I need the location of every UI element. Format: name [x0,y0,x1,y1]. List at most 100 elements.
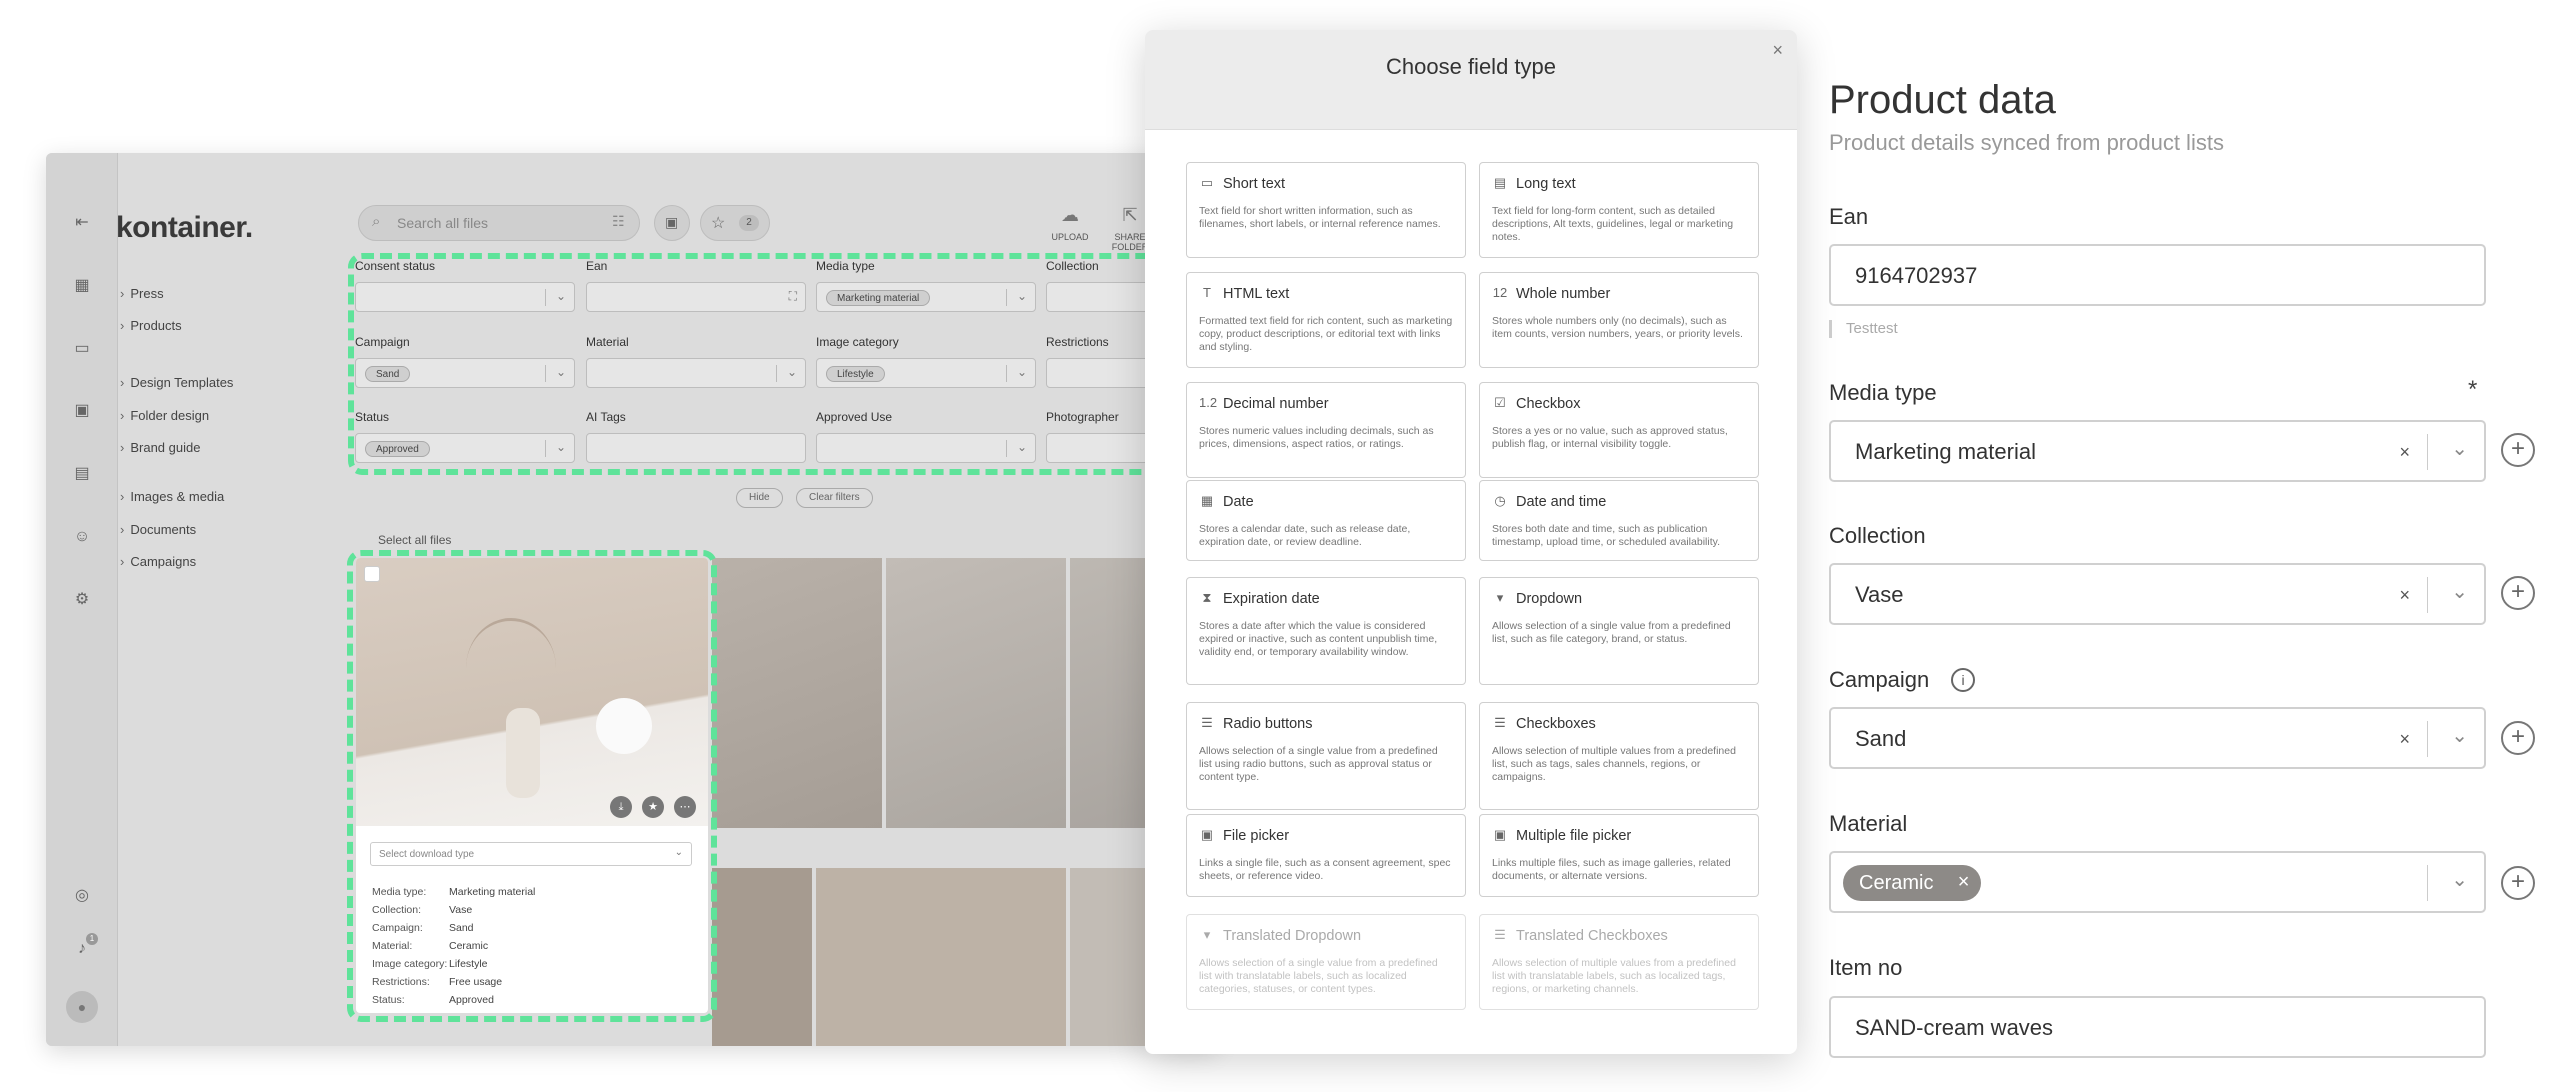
checkboxes-icon: ☰ [1494,715,1506,730]
required-marker: * [2468,376,2478,403]
field-type-option[interactable]: ▣ Multiple file picker Links multiple file… [1479,814,1759,897]
field-type-title: Short text [1223,176,1286,192]
field-type-title: Long text [1516,176,1576,192]
field-type-option[interactable]: 1.2 Decimal number Stores numeric values i… [1186,382,1466,478]
date-time-icon: ◷ [1494,493,1506,508]
translated-checkboxes-icon: ☰ [1494,927,1506,942]
field-type-title: Decimal number [1223,396,1329,412]
nav-item-campaigns[interactable]: Campaigns [120,554,196,569]
field-type-title: Radio buttons [1223,716,1313,732]
briefcase-icon[interactable]: ▣ [72,401,92,421]
field-type-option[interactable]: ☰ Radio buttons Allows selection of a sing… [1186,702,1466,810]
top-bar: Search all files ⌕ ☷ ▣ ☆ 2 ☁ UPLOAD ⇱ SHAR… [358,205,1216,252]
search-input[interactable]: Search all files [358,205,640,241]
notification-badge: 1 [86,933,98,945]
field-type-description: Stores numeric values including decimals… [1199,425,1434,450]
close-icon[interactable]: × [1772,40,1783,61]
chevron-down-icon[interactable]: ⌄ [2451,867,2468,892]
field-type-title: Checkbox [1516,396,1581,412]
field-type-option[interactable]: ▦ Date Stores a calendar date, such as rel… [1186,480,1466,561]
add-media-type-button[interactable]: + [2501,433,2535,467]
field-type-option[interactable]: ▭ Short text Text field for short written … [1186,162,1466,258]
clear-icon[interactable]: × [2399,585,2410,606]
filters-highlight [348,253,1216,475]
nav-item-images-media[interactable]: Images & media [120,489,224,504]
filter-icon[interactable]: ☷ [612,213,625,230]
field-type-option[interactable]: ▣ File picker Links a single file, such as… [1186,814,1466,897]
clear-icon[interactable]: × [2399,729,2410,750]
collection-value: Vase [1855,582,1904,607]
field-type-modal: Choose field type × ▭ Short text Text fiel… [1145,30,1797,1054]
nav-item-documents[interactable]: Documents [120,522,196,537]
campaign-select[interactable]: Sand × ⌄ [1829,707,2486,769]
field-type-description: Stores both date and time, such as publi… [1492,523,1721,548]
asset-thumbnail[interactable] [816,868,1066,1046]
image-search-icon: ▣ [665,214,679,230]
settings-icon[interactable]: ⚙ [72,590,92,610]
field-type-title: HTML text [1223,286,1290,302]
modal-header: Choose field type × [1145,30,1797,130]
field-type-option[interactable]: T HTML text Formatted text field for rich … [1186,272,1466,368]
field-type-title: Date [1223,494,1254,510]
field-type-description: Stores a yes or no value, such as approv… [1492,425,1728,450]
chevron-down-icon[interactable]: ⌄ [2451,723,2468,748]
report-icon[interactable]: ▤ [72,464,92,484]
avatar-icon[interactable]: ● [66,991,98,1023]
field-type-option: ☰ Translated Checkboxes Allows selection o… [1479,914,1759,1010]
field-type-option[interactable]: ◷ Date and time Stores both date and time,… [1479,480,1759,561]
field-type-description: Links a single file, such as a consent a… [1199,857,1451,882]
grid-icon[interactable]: ▦ [72,276,92,296]
field-type-option[interactable]: 12 Whole number Stores whole numbers only … [1479,272,1759,368]
select-all-checkbox[interactable]: Select all files [358,533,451,547]
field-type-description: Allows selection of a single value from … [1199,745,1438,783]
field-type-option[interactable]: ▤ Long text Text field for long-form conte… [1479,162,1759,258]
collapse-icon[interactable]: ⇤ [72,213,92,233]
field-type-option[interactable]: ☑ Checkbox Stores a yes or no value, such … [1479,382,1759,478]
image-search-button[interactable]: ▣ [654,205,690,241]
item-no-value: SAND-cream waves [1855,1015,2054,1040]
date-icon: ▦ [1200,493,1214,508]
field-type-description: Formatted text field for rich content, s… [1199,315,1453,353]
chat-icon[interactable]: ▭ [72,339,92,359]
modal-title: Choose field type [1386,54,1556,79]
favorites-button[interactable]: ☆ 2 [700,205,770,241]
info-icon[interactable]: i [1951,668,1975,692]
material-select[interactable]: Ceramic × ⌄ [1829,851,2486,913]
chevron-down-icon[interactable]: ⌄ [2451,579,2468,604]
field-type-description: Allows selection of multiple values from… [1492,957,1736,995]
clear-icon[interactable]: × [2399,442,2410,463]
asset-thumbnail[interactable] [712,868,812,1046]
nav-item-products[interactable]: Products [120,318,181,333]
upload-button[interactable]: ☁ UPLOAD [1040,205,1100,242]
remove-chip-icon[interactable]: × [1958,871,1970,894]
field-type-description: Allows selection of multiple values from… [1492,745,1736,783]
nav-item-brand-guide[interactable]: Brand guide [120,440,200,455]
nav-item-design-templates[interactable]: Design Templates [120,375,233,390]
asset-thumbnail[interactable] [712,558,882,828]
nav-item-press[interactable]: Press [120,286,163,301]
ean-input[interactable]: 9164702937 [1829,244,2486,306]
media-type-select[interactable]: Marketing material × ⌄ [1829,420,2486,482]
field-type-title: Multiple file picker [1516,828,1632,844]
field-type-description: Allows selection of a single value from … [1199,957,1438,995]
clear-filters-button[interactable]: Clear filters [796,488,873,508]
icon-rail: ⇤ ▦ ▭ ▣ ▤ ☺ ⚙ ◎ ♪ 1 ● [46,153,118,1046]
field-type-option[interactable]: ▾ Dropdown Allows selection of a single va… [1479,577,1759,685]
star-icon: ☆ [711,215,726,232]
file-picker-icon: ▣ [1200,827,1214,842]
media-type-label: Media type [1829,380,1937,405]
hide-filters-button[interactable]: Hide [736,488,783,508]
field-type-option[interactable]: ⧗ Expiration date Stores a date after whic… [1186,577,1466,685]
support-icon[interactable]: ◎ [72,886,92,906]
material-chip: Ceramic × [1843,865,1982,901]
item-no-input[interactable]: SAND-cream waves [1829,996,2486,1058]
user-icon[interactable]: ☺ [72,527,92,547]
add-campaign-button[interactable]: + [2501,721,2535,755]
asset-thumbnail[interactable] [886,558,1066,828]
nav-item-folder-design[interactable]: Folder design [120,408,209,423]
add-collection-button[interactable]: + [2501,576,2535,610]
field-type-option[interactable]: ☰ Checkboxes Allows selection of multiple … [1479,702,1759,810]
chevron-down-icon[interactable]: ⌄ [2451,436,2468,461]
add-material-button[interactable]: + [2501,866,2535,900]
collection-select[interactable]: Vase × ⌄ [1829,563,2486,625]
